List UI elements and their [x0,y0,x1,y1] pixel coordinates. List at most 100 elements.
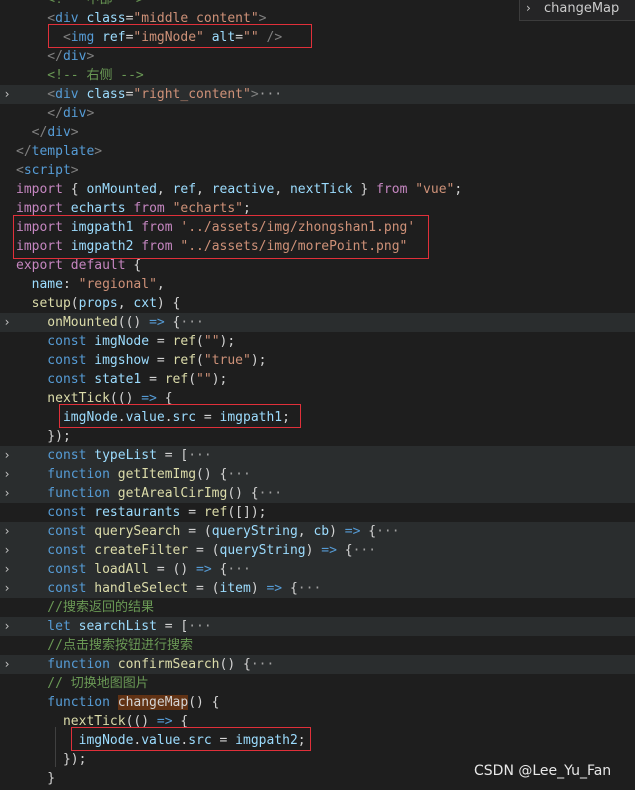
chevron-right-icon[interactable]: › [0,85,14,104]
code-token: cb [313,524,330,539]
chevron-right-icon[interactable]: › [0,617,14,636]
find-query[interactable]: changeMap [544,1,619,16]
code-token: from [376,182,408,197]
code-token: ; [297,733,306,748]
code-token: template [31,144,95,159]
chevron-right-icon[interactable]: › [0,313,14,332]
code-token: import [16,201,63,216]
code-line[interactable]: setup(props, cxt) { [0,294,635,313]
code-line[interactable]: </div> [0,123,635,142]
code-line[interactable]: › function getArealCirImg() {··· [0,484,635,503]
code-token: "true" [203,353,251,368]
code-token: queryString [219,543,306,558]
code-line[interactable]: › const querySearch = (queryString, cb) … [0,522,635,541]
code-token: ; [454,182,463,197]
code-token: => [266,581,283,596]
code-line[interactable]: imgNode.value.src = imgpath2; [0,731,635,750]
chevron-right-icon[interactable]: › [526,1,531,15]
code-token: from [141,220,173,235]
code-token: } [352,182,377,197]
code-token: = [180,505,204,520]
chevron-right-icon[interactable]: › [0,541,14,560]
code-line[interactable]: import imgpath1 from '../assets/img/zhon… [0,218,635,237]
code-token: ) [305,543,322,558]
code-token: "vue" [415,182,455,197]
code-token: div [62,106,87,121]
code-line[interactable]: import echarts from "echarts"; [0,199,635,218]
code-line[interactable]: //搜索返回的结果 [0,598,635,617]
code-line[interactable]: const imgshow = ref("true"); [0,351,635,370]
code-text: </template> [16,142,102,161]
chevron-right-icon[interactable]: › [0,579,14,598]
code-token: const [16,524,87,539]
code-token: const [16,505,87,520]
code-editor[interactable]: <!-- 中部 --> <div class="middle content">… [0,0,635,788]
code-line[interactable]: › onMounted(() => {··· [0,313,635,332]
code-line[interactable]: const state1 = ref(""); [0,370,635,389]
code-line[interactable]: import imgpath2 from "../assets/img/more… [0,237,635,256]
code-line[interactable]: › function confirmSearch() {··· [0,655,635,674]
code-line[interactable]: › const createFilter = (queryString) => … [0,541,635,560]
code-line[interactable]: </div> [0,104,635,123]
code-line[interactable]: › function getItemImg() {··· [0,465,635,484]
indent-guide [55,727,56,767]
code-line[interactable]: nextTick(() => { [0,389,635,408]
code-line[interactable]: › const loadAll = () => {··· [0,560,635,579]
code-token: /> [266,30,283,45]
code-token: "../assets/img/morePoint.png" [180,239,408,254]
code-text: const imgshow = ref("true"); [16,351,266,370]
code-line[interactable]: › let searchList = [··· [0,617,635,636]
chevron-right-icon[interactable]: › [0,465,14,484]
code-line[interactable]: name: "regional", [0,275,635,294]
code-token: default [70,258,126,273]
code-text: setup(props, cxt) { [16,294,181,313]
code-line[interactable]: }); [0,427,635,446]
code-token: ··· [376,524,400,539]
code-token: "" [243,30,259,45]
code-line[interactable]: › const handleSelect = (item) => {··· [0,579,635,598]
code-line[interactable]: </div> [0,47,635,66]
code-line[interactable]: </template> [0,142,635,161]
code-line[interactable]: //点击搜索按钮进行搜索 [0,636,635,655]
code-line[interactable]: function changeMap() { [0,693,635,712]
find-widget[interactable]: › changeMap [519,0,635,21]
code-token: const [16,581,87,596]
code-token: "echarts" [172,201,244,216]
code-token: div [62,49,87,64]
code-token: ··· [258,87,283,102]
code-line[interactable]: <script> [0,161,635,180]
code-token: ); [219,334,236,349]
code-token: imgshow [94,353,150,368]
code-token: searchList [78,619,157,634]
chevron-right-icon[interactable]: › [0,484,14,503]
code-text: import echarts from "echarts"; [16,199,251,218]
code-token: { [164,315,181,330]
code-text: const state1 = ref(""); [16,370,227,389]
code-token: const [16,334,87,349]
code-line[interactable]: › const typeList = [··· [0,446,635,465]
code-token: { [336,543,353,558]
code-token: "regional" [78,277,157,292]
code-token: , [156,182,173,197]
chevron-right-icon[interactable]: › [0,522,14,541]
code-line[interactable]: // 切换地图图片 [0,674,635,693]
code-line[interactable]: <!-- 右侧 --> [0,66,635,85]
code-line[interactable]: <img ref="imgNode" alt="" /> [0,28,635,47]
code-line[interactable]: imgNode.value.src = imgpath1; [0,408,635,427]
code-token: "" [203,334,220,349]
chevron-right-icon[interactable]: › [0,655,14,674]
code-line[interactable]: export default { [0,256,635,275]
code-line[interactable]: › <div class="right_content">··· [0,85,635,104]
code-token: > [94,144,103,159]
code-line[interactable]: import { onMounted, ref, reactive, nextT… [0,180,635,199]
chevron-right-icon[interactable]: › [0,446,14,465]
chevron-right-icon[interactable]: › [0,560,14,579]
code-line[interactable]: nextTick(() => { [0,712,635,731]
code-line[interactable]: const restaurants = ref([]); [0,503,635,522]
code-token: nextTick [16,391,110,406]
code-token: ) [329,524,345,539]
code-line[interactable]: const imgNode = ref(""); [0,332,635,351]
